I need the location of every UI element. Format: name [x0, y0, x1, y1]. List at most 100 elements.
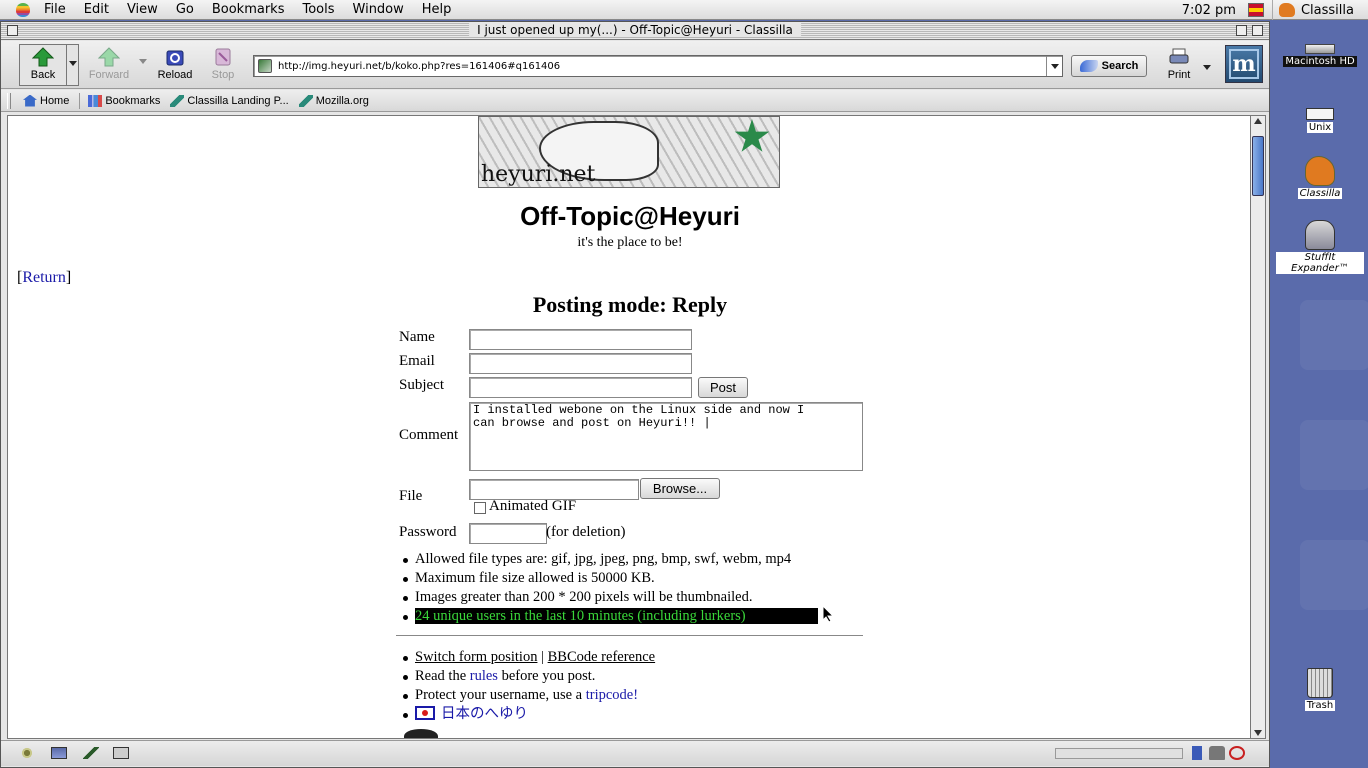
url-history-dropdown[interactable] — [1046, 56, 1062, 76]
scrollbar-thumb[interactable] — [1252, 136, 1264, 196]
menu-help[interactable]: Help — [422, 2, 452, 17]
menu-bar: File Edit View Go Bookmarks Tools Window… — [0, 0, 1368, 20]
print-options-dropdown[interactable] — [1203, 65, 1211, 70]
thumbnail-rule-text: Images greater than 200 * 200 pixels wil… — [415, 589, 753, 605]
chevron-down-icon — [1203, 65, 1211, 70]
allowed-file-types-text: Allowed file types are: gif, jpg, jpeg, … — [415, 551, 792, 567]
stop-button[interactable]: Stop — [197, 45, 249, 85]
desktop-icon-unix[interactable]: Unix — [1276, 108, 1364, 133]
security-lock-icon[interactable] — [1209, 746, 1225, 760]
bbcode-reference-link[interactable]: BBCode reference — [548, 649, 656, 665]
bookmark-link-icon — [298, 94, 313, 107]
posting-mode-heading: Posting mode: Reply — [532, 292, 728, 317]
navigator-icon[interactable] — [19, 747, 35, 759]
status-bar — [1, 740, 1269, 766]
return-link-label[interactable]: Return — [22, 269, 66, 286]
menu-window[interactable]: Window — [353, 2, 404, 17]
tripcode-link[interactable]: tripcode! — [586, 687, 638, 703]
bookmark-home[interactable]: Home — [23, 94, 69, 107]
personal-toolbar: Home Bookmarks Classilla Landing P... Mo… — [1, 90, 1269, 112]
hard-disk-icon — [1305, 44, 1335, 54]
password-label: Password — [399, 524, 457, 540]
window-zoom-box[interactable] — [1236, 25, 1247, 36]
url-input[interactable]: http://img.heyuri.net/b/koko.php?res=161… — [278, 61, 1046, 72]
stuffit-expander-icon — [1305, 220, 1335, 250]
chevron-down-icon — [68, 61, 77, 66]
return-link[interactable]: [Return] — [17, 269, 71, 287]
back-button-label: Back — [30, 69, 56, 81]
partially-visible-image — [404, 729, 438, 738]
link-separator: | — [541, 649, 544, 665]
reload-button[interactable]: Reload — [149, 45, 201, 85]
form-divider — [396, 635, 863, 636]
back-button[interactable]: Back — [19, 44, 67, 86]
scroll-down-arrow-icon[interactable] — [1254, 730, 1262, 736]
page-proxy-icon[interactable] — [258, 59, 272, 73]
desktop-icon-trash[interactable]: Trash — [1276, 668, 1364, 711]
desktop-icon-stuffit-expander[interactable]: StuffIt Expander™ — [1276, 220, 1364, 274]
subject-label: Subject — [399, 377, 444, 393]
file-path-input[interactable] — [469, 479, 639, 500]
popup-blocker-icon[interactable] — [1229, 746, 1245, 760]
menubar-clock[interactable]: 7:02 pm — [1182, 3, 1236, 18]
menu-go[interactable]: Go — [176, 2, 194, 17]
page-vertical-scrollbar[interactable] — [1251, 115, 1266, 739]
application-menu[interactable]: Classilla — [1271, 0, 1368, 20]
forward-history-dropdown[interactable] — [139, 59, 147, 64]
subject-input[interactable] — [469, 377, 692, 398]
browse-button[interactable]: Browse... — [640, 478, 720, 499]
classilla-app-icon — [1278, 3, 1295, 17]
board-banner-image[interactable]: heyuri.net — [478, 116, 780, 188]
desktop-pattern — [1300, 300, 1368, 370]
composer-icon[interactable] — [83, 747, 99, 759]
application-menu-label: Classilla — [1300, 2, 1354, 18]
bookmarks-menu[interactable]: Bookmarks — [88, 94, 161, 107]
menu-bookmarks[interactable]: Bookmarks — [212, 2, 285, 17]
mail-icon[interactable] — [51, 747, 67, 759]
keyboard-layout-icon[interactable] — [1247, 3, 1264, 17]
animated-gif-checkbox[interactable] — [474, 502, 486, 514]
switch-form-position-link[interactable]: Switch form position — [415, 649, 537, 665]
window-collapse-box[interactable] — [1252, 25, 1263, 36]
apple-menu-icon[interactable] — [16, 2, 30, 17]
window-title-bar[interactable]: I just opened up my(...) - Off-Topic@Hey… — [1, 22, 1269, 40]
desktop-icon-classilla[interactable]: Classilla — [1276, 156, 1364, 199]
before-you-post-text: before you post. — [501, 668, 596, 684]
bookmark-classilla-landing[interactable]: Classilla Landing P... — [170, 94, 289, 107]
rules-link[interactable]: rules — [470, 668, 498, 684]
read-the-text: Read the — [415, 668, 467, 684]
password-input[interactable] — [469, 523, 547, 544]
name-input[interactable] — [469, 329, 692, 350]
online-connection-icon[interactable] — [1189, 746, 1205, 760]
list-item: Allowed file types are: gif, jpg, jpeg, … — [401, 550, 818, 569]
toolbar-grip[interactable] — [7, 93, 11, 109]
desktop-icon-macintosh-hd[interactable]: Macintosh HD — [1276, 44, 1364, 67]
menu-view[interactable]: View — [127, 2, 158, 17]
throbber-logo[interactable]: m — [1225, 45, 1263, 83]
bookmark-classilla-label: Classilla Landing P... — [187, 94, 289, 107]
menu-file[interactable]: File — [44, 2, 66, 17]
japanese-heyuri-label: 日本のへゆり — [441, 706, 528, 722]
board-title: Off-Topic@Heyuri — [520, 201, 740, 231]
bookmark-mozilla-label: Mozilla.org — [315, 94, 369, 107]
forward-button[interactable]: Forward — [83, 45, 135, 85]
bookmarks-menu-label: Bookmarks — [105, 94, 161, 107]
upload-rules-list: Allowed file types are: gif, jpg, jpeg, … — [401, 550, 818, 626]
search-button[interactable]: Search — [1071, 55, 1147, 77]
protect-username-text: Protect your username, use a — [415, 687, 583, 703]
back-history-dropdown[interactable] — [67, 44, 79, 86]
post-button[interactable]: Post — [698, 377, 748, 398]
menu-tools[interactable]: Tools — [302, 2, 334, 17]
url-bar[interactable]: http://img.heyuri.net/b/koko.php?res=161… — [253, 55, 1063, 77]
address-book-icon[interactable] — [113, 747, 129, 759]
window-close-box[interactable] — [7, 25, 18, 36]
comment-textarea[interactable]: I installed webone on the Linux side and… — [469, 402, 863, 471]
japanese-heyuri-link[interactable]: 日本のへゆり — [415, 706, 528, 722]
menu-edit[interactable]: Edit — [84, 2, 109, 17]
print-button[interactable]: Print — [1153, 45, 1205, 85]
status-indicators — [1189, 746, 1245, 760]
scroll-up-arrow-icon[interactable] — [1254, 118, 1262, 124]
search-button-label: Search — [1101, 60, 1139, 72]
email-input[interactable] — [469, 353, 692, 374]
bookmark-mozilla[interactable]: Mozilla.org — [298, 94, 369, 107]
